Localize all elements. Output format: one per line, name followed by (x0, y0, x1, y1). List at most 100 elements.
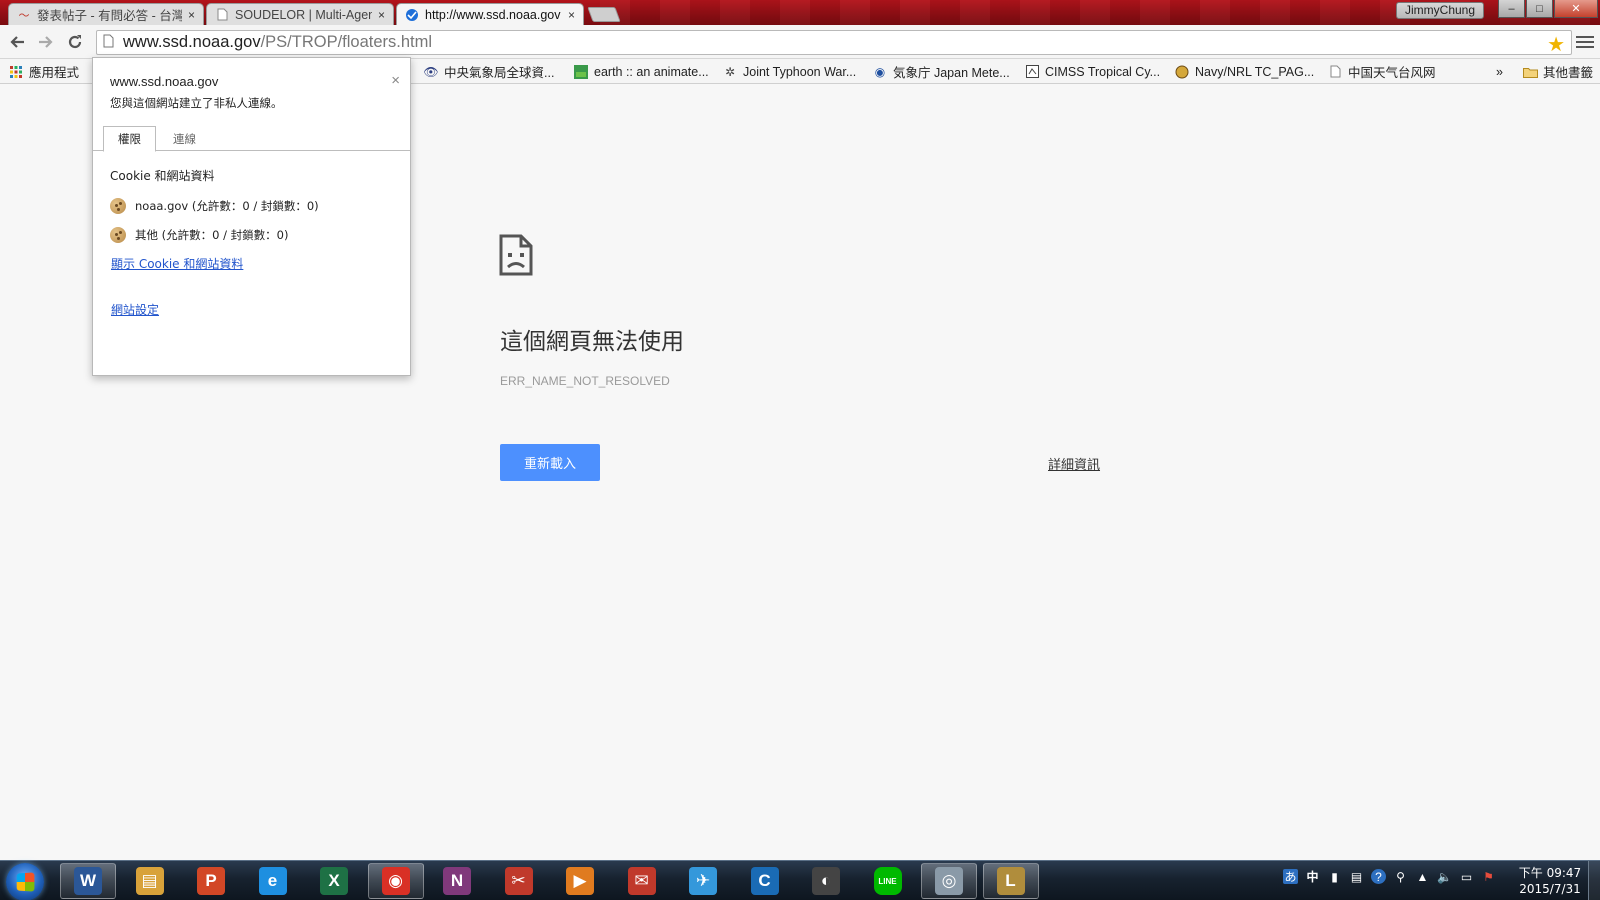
bookmark-jtwc[interactable]: ✲ Joint Typhoon War... (722, 62, 856, 81)
taskbar-explorer-button[interactable]: ▤ (122, 863, 178, 899)
bookmark-nrl[interactable]: Navy/NRL TC_PAG... (1174, 62, 1314, 81)
ccleaner-icon: C (750, 867, 779, 895)
bookmark-other-folder[interactable]: 其他書籤 (1522, 62, 1593, 81)
network-icon[interactable]: ▭ (1459, 869, 1474, 884)
error-title: 這個網頁無法使用 (500, 329, 684, 355)
user-profile-button[interactable]: JimmyChung (1396, 2, 1485, 19)
bookmark-jma[interactable]: ◉ 気象庁 Japan Mete... (872, 62, 1010, 81)
tab-close-icon[interactable]: × (378, 8, 385, 22)
media-player-icon: ▶ (566, 867, 594, 895)
address-bar[interactable]: www.ssd.noaa.gov/PS/TROP/floaters.html ★ (96, 30, 1572, 57)
ime-layout-icon[interactable]: ▮ (1327, 869, 1342, 884)
explorer-icon: ▤ (135, 867, 164, 895)
reload-button[interactable] (64, 31, 86, 53)
popup-close-icon[interactable]: × (391, 72, 400, 89)
reload-icon (68, 35, 82, 49)
taskbar-onenote-button[interactable]: N (429, 863, 485, 899)
taskbar-internet-explorer-button[interactable]: e (245, 863, 301, 899)
taskbar-line-button[interactable]: LINE (860, 863, 916, 899)
swirl-favicon-icon: 〜 (18, 9, 30, 22)
taskbar-chrome-button[interactable]: ◉ (367, 863, 424, 899)
page-info-icon[interactable] (103, 34, 117, 51)
cookie-row-text: 其他 (允許數：0 / 封鎖數：0) (135, 228, 289, 242)
eye-favicon-icon: 👁 (423, 64, 439, 79)
cookie-row-noaa: noaa.gov (允許數：0 / 封鎖數：0) (110, 198, 319, 214)
ime-tool-icon[interactable]: ▤ (1349, 869, 1364, 884)
snipping-tool-icon: ✂ (504, 867, 533, 895)
nrl-seal-icon (1174, 64, 1190, 80)
popup-tabs: 權限 連線 (93, 126, 410, 152)
site-settings-link[interactable]: 網站設定 (111, 301, 159, 318)
taskbar-ccleaner-button[interactable]: C (737, 863, 793, 899)
new-tab-button[interactable] (587, 7, 621, 22)
powerpoint-icon: P (197, 867, 225, 895)
clock-time: 下午 09:47 (1518, 866, 1582, 880)
system-clock[interactable]: 下午 09:47 2015/7/31 (1512, 865, 1588, 897)
back-button[interactable] (6, 31, 28, 53)
internet-explorer-icon: e (258, 867, 287, 895)
sad-page-icon (499, 234, 533, 276)
cimss-favicon-icon (1024, 64, 1040, 80)
url-path: /PS/TROP/floaters.html (260, 33, 433, 51)
excel-icon: X (320, 867, 348, 895)
taskbar-media-player-button[interactable]: ▶ (552, 863, 608, 899)
show-cookies-link[interactable]: 顯示 Cookie 和網站資料 (111, 255, 243, 272)
bookmark-cwb[interactable]: 👁 中央氣象局全球資... (423, 62, 554, 81)
taskbar-messenger-button[interactable]: ✈ (675, 863, 731, 899)
taskbar-powerpoint-button[interactable]: P (183, 863, 239, 899)
chrome-menu-button[interactable] (1576, 31, 1594, 53)
show-desktop-button[interactable] (1588, 861, 1600, 900)
word-icon: W (74, 867, 102, 895)
start-button[interactable] (6, 863, 44, 900)
app-ring-icon: ◐ (812, 867, 840, 895)
onenote-icon: N (443, 867, 471, 895)
taskbar-snipping-tool-button[interactable]: ✂ (491, 863, 547, 899)
taskbar-app-red-button[interactable]: ✉ (614, 863, 670, 899)
maximize-button[interactable]: □ (1526, 0, 1553, 18)
messenger-icon: ✈ (689, 867, 717, 895)
window-controls: – □ ✕ (1497, 0, 1598, 18)
tray-tool-icon[interactable]: ⚲ (1393, 869, 1408, 884)
tab-close-icon[interactable]: × (568, 8, 575, 22)
bookmark-label: 其他書籤 (1543, 66, 1594, 80)
ime-language-indicator[interactable]: 中 (1305, 869, 1320, 884)
tab-title: SOUDELOR | Multi-Agency (235, 7, 372, 22)
bookmarks-overflow-button[interactable]: » (1496, 62, 1503, 81)
windows-taskbar: W ▤ Pe X ◉ N ✂ ▶ ✉ ✈ C ◐ LINE ◎ L あ 中 ▮ ▤ ? ⚲ ▲ 🔈 ▭ ⚑ … (0, 860, 1600, 900)
popup-host: www.ssd.noaa.gov (110, 74, 219, 89)
help-icon[interactable]: ? (1371, 869, 1386, 884)
close-window-button[interactable]: ✕ (1554, 0, 1598, 18)
reload-page-button[interactable]: 重新載入 (500, 444, 600, 481)
volume-icon[interactable]: 🔈 (1437, 869, 1452, 884)
taskbar-word-button[interactable]: W (60, 863, 116, 899)
bookmark-apps[interactable]: 應用程式 (8, 62, 79, 81)
bookmark-cimss[interactable]: CIMSS Tropical Cy... (1024, 62, 1160, 81)
taskbar-app-disc-button[interactable]: ◎ (921, 863, 977, 899)
forward-button[interactable] (35, 31, 57, 53)
bookmark-earth[interactable]: earth :: an animate... (573, 62, 709, 81)
error-code: ERR_NAME_NOT_RESOLVED (500, 374, 670, 388)
bookmark-weather-china[interactable]: 中国天气台风网 (1327, 62, 1436, 81)
details-link[interactable]: 詳細資訊 (1048, 454, 1100, 473)
cookie-icon (110, 227, 126, 243)
popup-connection-note: 您與這個網站建立了非私人連線。 (110, 96, 283, 110)
cookie-row-other: 其他 (允許數：0 / 封鎖數：0) (110, 227, 288, 243)
globe-favicon-icon (405, 8, 419, 22)
taskbar-excel-button[interactable]: X (306, 863, 362, 899)
taskbar-league-of-legends-button[interactable]: L (982, 863, 1039, 899)
show-hidden-icons-arrow[interactable]: ▲ (1415, 869, 1430, 884)
ime-mode-icon[interactable]: あ (1283, 869, 1298, 884)
back-arrow-icon (10, 36, 24, 48)
bookmark-star-icon[interactable]: ★ (1547, 32, 1565, 57)
minimize-button[interactable]: – (1498, 0, 1525, 18)
tab-noaa[interactable]: http://www.ssd.noaa.gov × (396, 3, 584, 25)
tab-connection[interactable]: 連線 (159, 126, 210, 151)
tab-soudelor[interactable]: SOUDELOR | Multi-Agency × (206, 3, 394, 25)
taskbar-app-ring-button[interactable]: ◐ (798, 863, 854, 899)
tab-close-icon[interactable]: × (188, 8, 195, 22)
clock-date: 2015/7/31 (1519, 882, 1581, 896)
tab-permissions[interactable]: 權限 (103, 126, 156, 152)
action-center-flag-icon[interactable]: ⚑ (1481, 869, 1496, 884)
bookmark-label: Joint Typhoon War... (743, 64, 857, 79)
tab-forum[interactable]: 〜 發表帖子 - 有問必答 - 台灣... × (8, 3, 204, 25)
